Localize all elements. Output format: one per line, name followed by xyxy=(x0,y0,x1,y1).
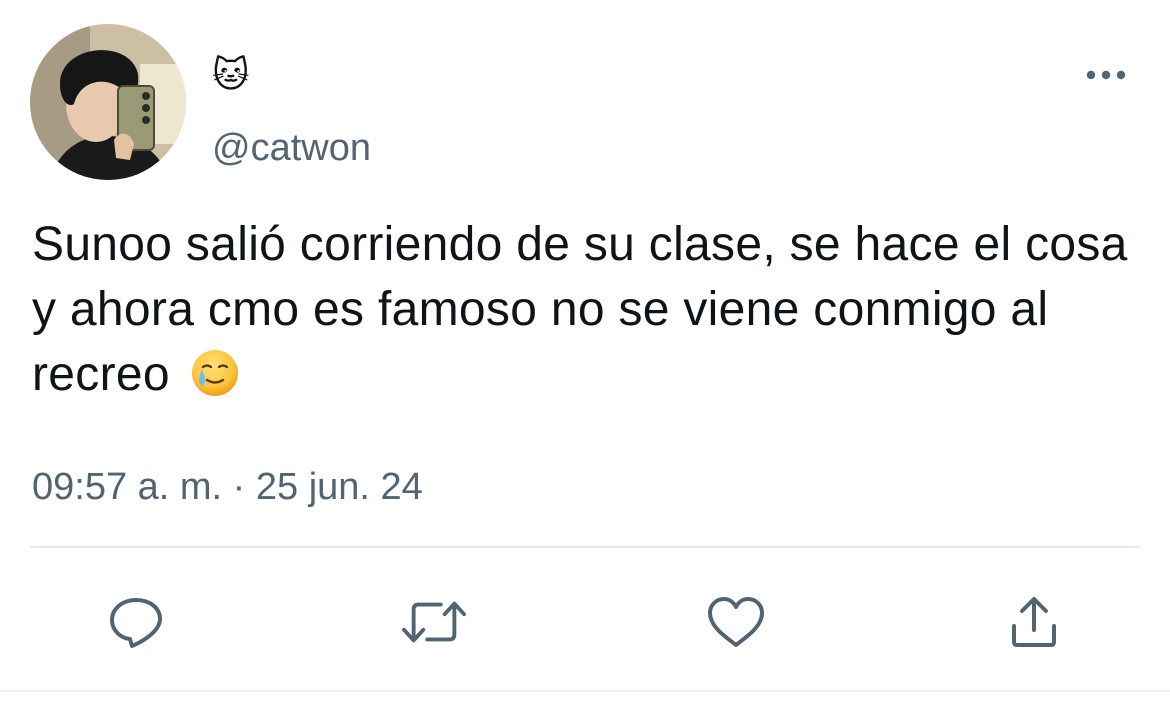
crying-smile-emoji xyxy=(190,348,240,398)
like-button[interactable] xyxy=(704,590,768,654)
avatar[interactable] xyxy=(30,24,186,180)
retweet-button[interactable] xyxy=(402,590,466,654)
reply-icon xyxy=(110,598,162,648)
avatar-photo xyxy=(30,24,186,180)
tweet-card: 🐱 @catwon Sunoo salió corriendo de su cl… xyxy=(0,0,1170,711)
tweet-timestamp[interactable]: 09:57 a. m. · 25 jun. 24 xyxy=(32,462,423,512)
more-options-button[interactable] xyxy=(1080,58,1132,92)
retweet-icon xyxy=(402,601,466,643)
share-icon xyxy=(1012,597,1056,647)
like-icon xyxy=(708,597,764,647)
bottom-divider xyxy=(0,690,1170,692)
user-handle[interactable]: @catwon xyxy=(212,126,371,170)
display-name[interactable]: 🐱 xyxy=(212,54,250,98)
share-button[interactable] xyxy=(1002,590,1066,654)
more-options-icon xyxy=(1086,70,1126,80)
reply-button[interactable] xyxy=(104,590,168,654)
divider xyxy=(30,546,1140,548)
tweet-text: Sunoo salió corriendo de su clase, se ha… xyxy=(32,212,1142,407)
